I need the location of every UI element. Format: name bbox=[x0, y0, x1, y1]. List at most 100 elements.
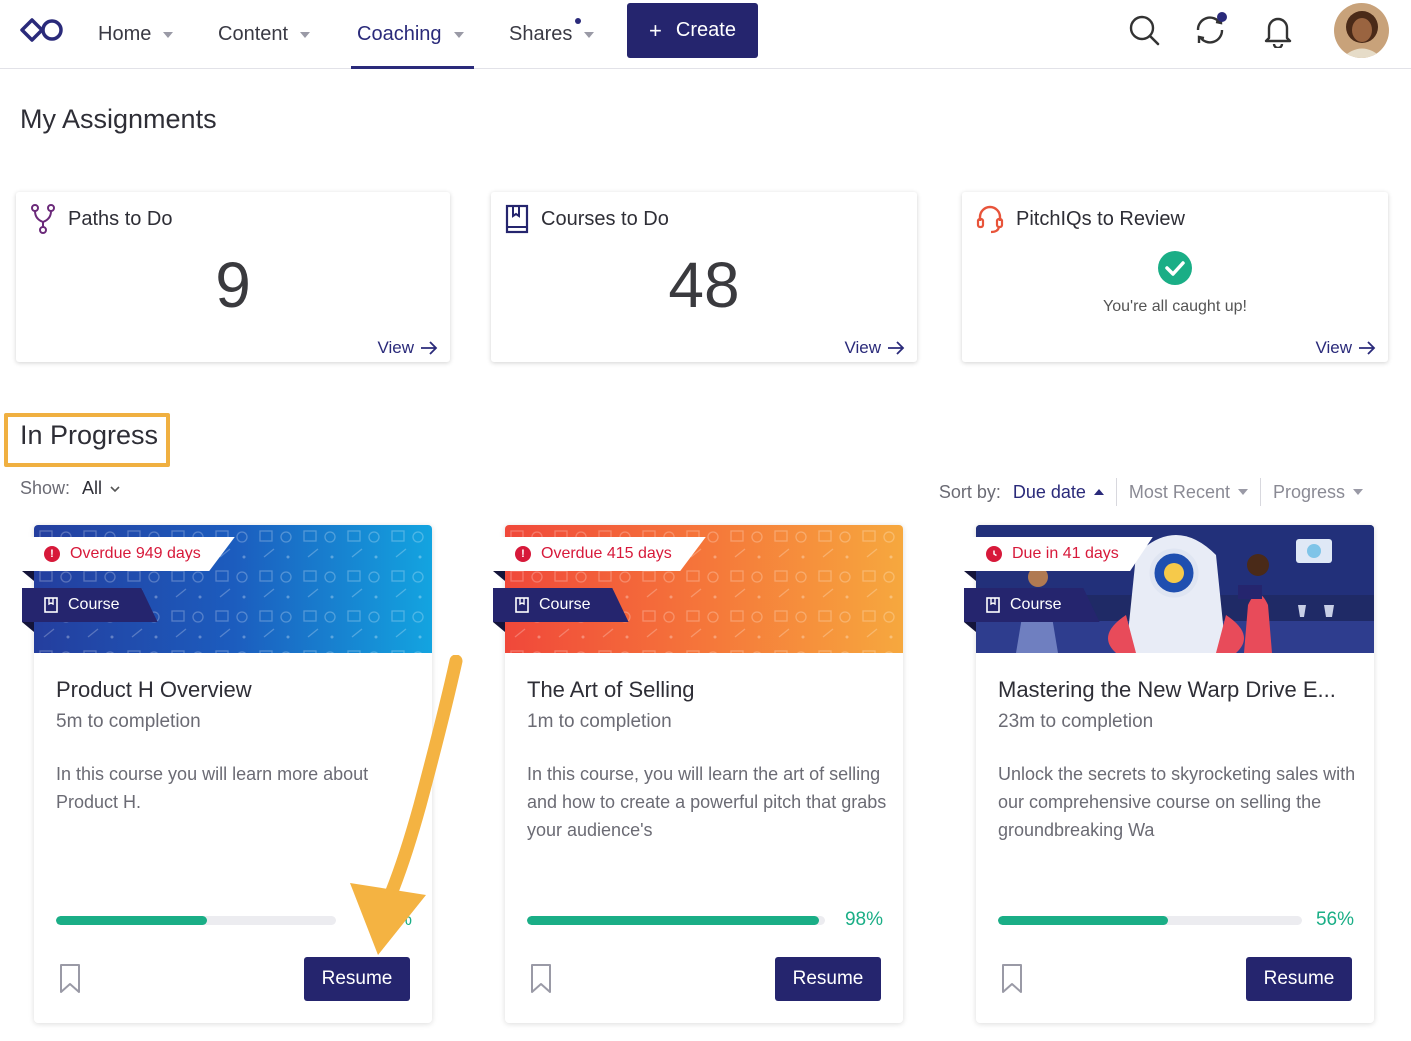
course-description-text: Unlock the secrets to skyrocketing sales… bbox=[998, 764, 1356, 840]
stat-label: Paths to Do bbox=[68, 207, 173, 230]
status-badge: ! Overdue 415 days bbox=[493, 537, 706, 571]
sort-option-label: Due date bbox=[1012, 481, 1086, 502]
headset-icon bbox=[976, 205, 1004, 234]
stat-value: 9 bbox=[215, 249, 251, 321]
course-time: 5m to completion bbox=[56, 711, 201, 732]
show-dropdown[interactable]: All bbox=[82, 478, 122, 499]
chevron-down-icon bbox=[163, 31, 174, 38]
sort-option-label: Most Recent bbox=[1128, 481, 1230, 502]
course-time: 1m to completion bbox=[527, 711, 672, 732]
ribbon-fold bbox=[493, 622, 505, 632]
resume-button[interactable]: Resume bbox=[1246, 957, 1352, 1001]
alert-icon: ! bbox=[515, 546, 531, 562]
type-text: Course bbox=[68, 596, 120, 613]
course-card[interactable]: Due in 41 days Course Mastering the New … bbox=[964, 525, 1374, 1023]
chevron-down-icon bbox=[110, 485, 120, 492]
show-value: All bbox=[82, 478, 103, 498]
course-description: In this course, you will learn the art o… bbox=[527, 760, 887, 844]
nav-content[interactable]: Content bbox=[218, 0, 311, 69]
sort-most-recent[interactable]: Most Recent bbox=[1115, 478, 1260, 506]
progress-fill bbox=[527, 916, 820, 925]
nav-content-label: Content bbox=[218, 23, 289, 45]
progress-percent: 54% bbox=[373, 909, 412, 930]
nav-shares[interactable]: Shares bbox=[509, 0, 595, 69]
chevron-down-icon bbox=[1237, 489, 1248, 495]
stat-header: Paths to Do bbox=[30, 204, 173, 234]
sync-icon[interactable] bbox=[1192, 12, 1228, 48]
view-link[interactable]: View bbox=[844, 338, 905, 358]
resume-button[interactable]: Resume bbox=[775, 957, 881, 1001]
bookmark-icon[interactable] bbox=[529, 963, 553, 995]
stat-value: 48 bbox=[668, 249, 740, 321]
book-icon bbox=[44, 597, 58, 613]
user-photo-icon bbox=[1334, 3, 1389, 58]
course-card[interactable]: ! Overdue 415 days Course The Art of Sel… bbox=[493, 525, 903, 1023]
course-card[interactable]: ! Overdue 949 days Course Product H Over… bbox=[22, 525, 432, 1023]
sort-label: Sort by: bbox=[938, 481, 1001, 502]
type-badge: Course bbox=[22, 588, 158, 622]
top-nav: Home Content Coaching Shares + Create bbox=[0, 0, 1411, 69]
avatar[interactable] bbox=[1334, 3, 1389, 58]
view-link[interactable]: View bbox=[377, 338, 438, 358]
create-button[interactable]: + Create bbox=[627, 3, 758, 58]
stat-card-paths: Paths to Do 9 View bbox=[16, 192, 450, 362]
page-title: My Assignments bbox=[20, 104, 217, 134]
view-label: View bbox=[377, 338, 414, 357]
type-badge: Course bbox=[964, 588, 1100, 622]
ribbon-fold bbox=[22, 622, 34, 632]
status-badge: ! Overdue 949 days bbox=[22, 537, 235, 571]
arrow-right-icon bbox=[1359, 341, 1376, 355]
show-label: Show: bbox=[20, 478, 71, 498]
bell-icon[interactable] bbox=[1260, 12, 1296, 48]
progress-bar bbox=[56, 916, 336, 925]
ribbon-fold bbox=[22, 571, 34, 581]
bookmark-icon[interactable] bbox=[58, 963, 82, 995]
notification-dot bbox=[575, 18, 581, 24]
stat-card-courses: Courses to Do 48 View bbox=[491, 192, 917, 362]
ribbon-fold bbox=[964, 622, 976, 632]
view-link[interactable]: View bbox=[1315, 338, 1376, 358]
course-description: In this course you will learn more about… bbox=[56, 764, 369, 812]
view-label: View bbox=[1315, 338, 1352, 357]
plus-icon: + bbox=[649, 17, 662, 43]
course-title: Mastering the New Warp Drive E... bbox=[998, 677, 1336, 702]
resume-button[interactable]: Resume bbox=[304, 957, 410, 1001]
bookmark-icon[interactable] bbox=[1000, 963, 1024, 995]
status-text: Overdue 415 days bbox=[541, 545, 672, 562]
stat-header: PitchIQs to Review bbox=[976, 204, 1185, 234]
create-label: Create bbox=[675, 19, 736, 41]
chevron-down-icon bbox=[1353, 489, 1363, 495]
course-description: Unlock the secrets to skyrocketing sales… bbox=[998, 760, 1358, 844]
nav-coaching[interactable]: Coaching bbox=[351, 0, 473, 69]
nav-coaching-label: Coaching bbox=[357, 23, 442, 45]
progress-bar bbox=[998, 916, 1302, 925]
ribbon-fold bbox=[493, 571, 505, 581]
chevron-down-icon bbox=[300, 31, 311, 38]
book-icon bbox=[515, 597, 529, 613]
stat-label: Courses to Do bbox=[541, 207, 669, 230]
arrow-right-icon bbox=[888, 341, 905, 355]
stat-header: Courses to Do bbox=[505, 204, 669, 234]
chevron-down-icon bbox=[453, 31, 464, 38]
check-circle-icon bbox=[1158, 251, 1192, 285]
course-description-text: In this course, you will learn the art o… bbox=[527, 764, 887, 840]
sort-due-date[interactable]: Due date bbox=[1013, 478, 1116, 506]
clock-icon bbox=[986, 546, 1002, 562]
stat-card-pitchiqs: PitchIQs to Review You're all caught up!… bbox=[962, 192, 1388, 362]
status-text: Due in 41 days bbox=[1012, 545, 1119, 562]
logo-icon[interactable] bbox=[18, 16, 66, 44]
book-icon bbox=[505, 204, 529, 234]
sort-progress[interactable]: Progress bbox=[1259, 478, 1375, 506]
type-text: Course bbox=[539, 596, 591, 613]
status-badge: Due in 41 days bbox=[964, 537, 1153, 571]
course-time: 23m to completion bbox=[998, 711, 1154, 732]
nav-home[interactable]: Home bbox=[98, 0, 174, 69]
course-title: Product H Overview bbox=[56, 677, 252, 702]
stat-label: PitchIQs to Review bbox=[1016, 207, 1185, 230]
search-icon[interactable] bbox=[1126, 12, 1162, 48]
show-filter: Show: All bbox=[20, 478, 122, 499]
progress-fill bbox=[998, 916, 1169, 925]
progress-percent: 98% bbox=[844, 909, 883, 930]
view-label: View bbox=[844, 338, 881, 357]
sort-option-label: Progress bbox=[1272, 481, 1345, 502]
